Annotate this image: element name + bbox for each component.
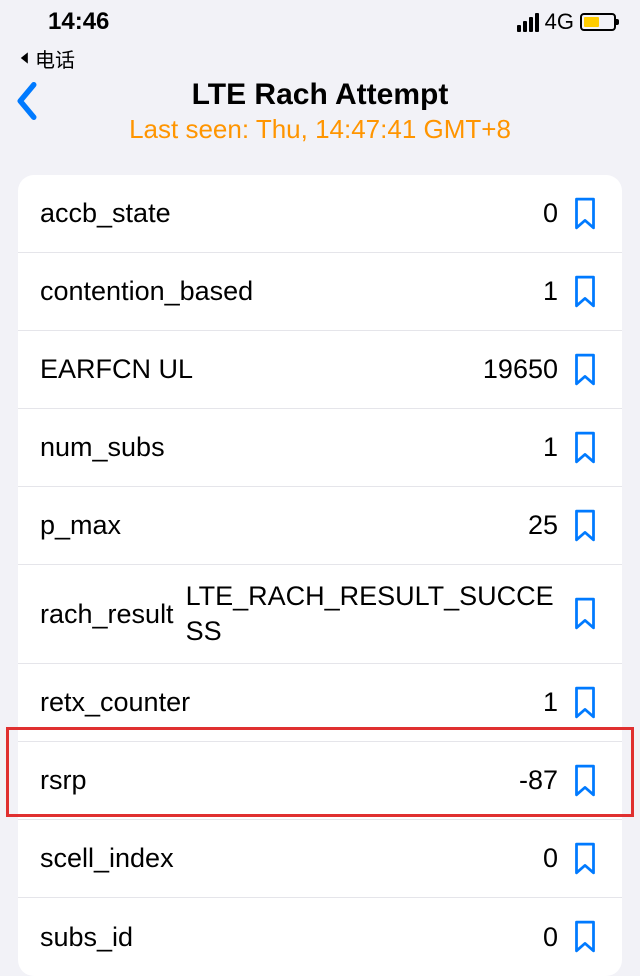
bookmark-icon (572, 509, 598, 543)
row-value: LTE_RACH_RESULT_SUCCESS (186, 579, 558, 649)
table-row[interactable]: scell_index 0 (18, 820, 622, 898)
row-value: 1 (177, 432, 558, 463)
signal-icon (517, 13, 539, 32)
bookmark-icon (572, 842, 598, 876)
row-value: 25 (133, 510, 558, 541)
row-label: num_subs (40, 432, 165, 463)
chevron-left-icon (14, 82, 40, 120)
row-value: 0 (145, 922, 558, 953)
bookmark-button[interactable] (570, 195, 600, 233)
bookmark-button[interactable] (570, 351, 600, 389)
status-right: 4G (517, 9, 616, 35)
table-row[interactable]: p_max 25 (18, 487, 622, 565)
row-label: retx_counter (40, 687, 190, 718)
bookmark-icon (572, 920, 598, 954)
page-title: LTE Rach Attempt (0, 78, 640, 112)
row-value: 0 (186, 843, 558, 874)
bookmark-button[interactable] (570, 595, 600, 633)
row-label: p_max (40, 510, 121, 541)
bookmark-icon (572, 764, 598, 798)
row-value: 19650 (205, 354, 558, 385)
network-label: 4G (545, 9, 574, 35)
bookmark-button[interactable] (570, 429, 600, 467)
bookmark-icon (572, 597, 598, 631)
breadcrumb-label: 电话 (35, 44, 75, 73)
table-row[interactable]: subs_id 0 (18, 898, 622, 976)
data-table: accb_state 0 contention_based 1 EARFCN UL 196… (18, 175, 622, 976)
row-label: rsrp (40, 765, 87, 796)
caret-left-icon (18, 51, 32, 65)
battery-icon (580, 13, 616, 31)
bookmark-button[interactable] (570, 918, 600, 956)
table-row[interactable]: EARFCN UL 19650 (18, 331, 622, 409)
bookmark-icon (572, 275, 598, 309)
table-row[interactable]: contention_based 1 (18, 253, 622, 331)
breadcrumb-back[interactable]: 电话 (0, 44, 640, 72)
table-row[interactable]: retx_counter 1 (18, 664, 622, 742)
row-value: 0 (183, 198, 558, 229)
bookmark-button[interactable] (570, 273, 600, 311)
back-button[interactable] (14, 82, 40, 125)
row-label: EARFCN UL (40, 354, 193, 385)
table-row[interactable]: rsrp -87 (18, 742, 622, 820)
row-value: 1 (202, 687, 558, 718)
row-label: subs_id (40, 922, 133, 953)
status-time: 14:46 (48, 8, 109, 36)
row-label: contention_based (40, 276, 253, 307)
bookmark-button[interactable] (570, 762, 600, 800)
bookmark-button[interactable] (570, 507, 600, 545)
bookmark-button[interactable] (570, 840, 600, 878)
row-label: rach_result (40, 599, 174, 630)
table-row[interactable]: num_subs 1 (18, 409, 622, 487)
row-label: scell_index (40, 843, 174, 874)
page-subtitle: Last seen: Thu, 14:47:41 GMT+8 (0, 114, 640, 145)
bookmark-icon (572, 197, 598, 231)
status-bar: 14:46 4G (0, 0, 640, 44)
bookmark-button[interactable] (570, 684, 600, 722)
row-label: accb_state (40, 198, 171, 229)
table-row[interactable]: accb_state 0 (18, 175, 622, 253)
row-value: 1 (265, 276, 558, 307)
row-value: -87 (99, 765, 559, 796)
table-row[interactable]: rach_result LTE_RACH_RESULT_SUCCESS (18, 565, 622, 664)
bookmark-icon (572, 353, 598, 387)
nav-header: LTE Rach Attempt Last seen: Thu, 14:47:4… (0, 72, 640, 163)
bookmark-icon (572, 431, 598, 465)
bookmark-icon (572, 686, 598, 720)
